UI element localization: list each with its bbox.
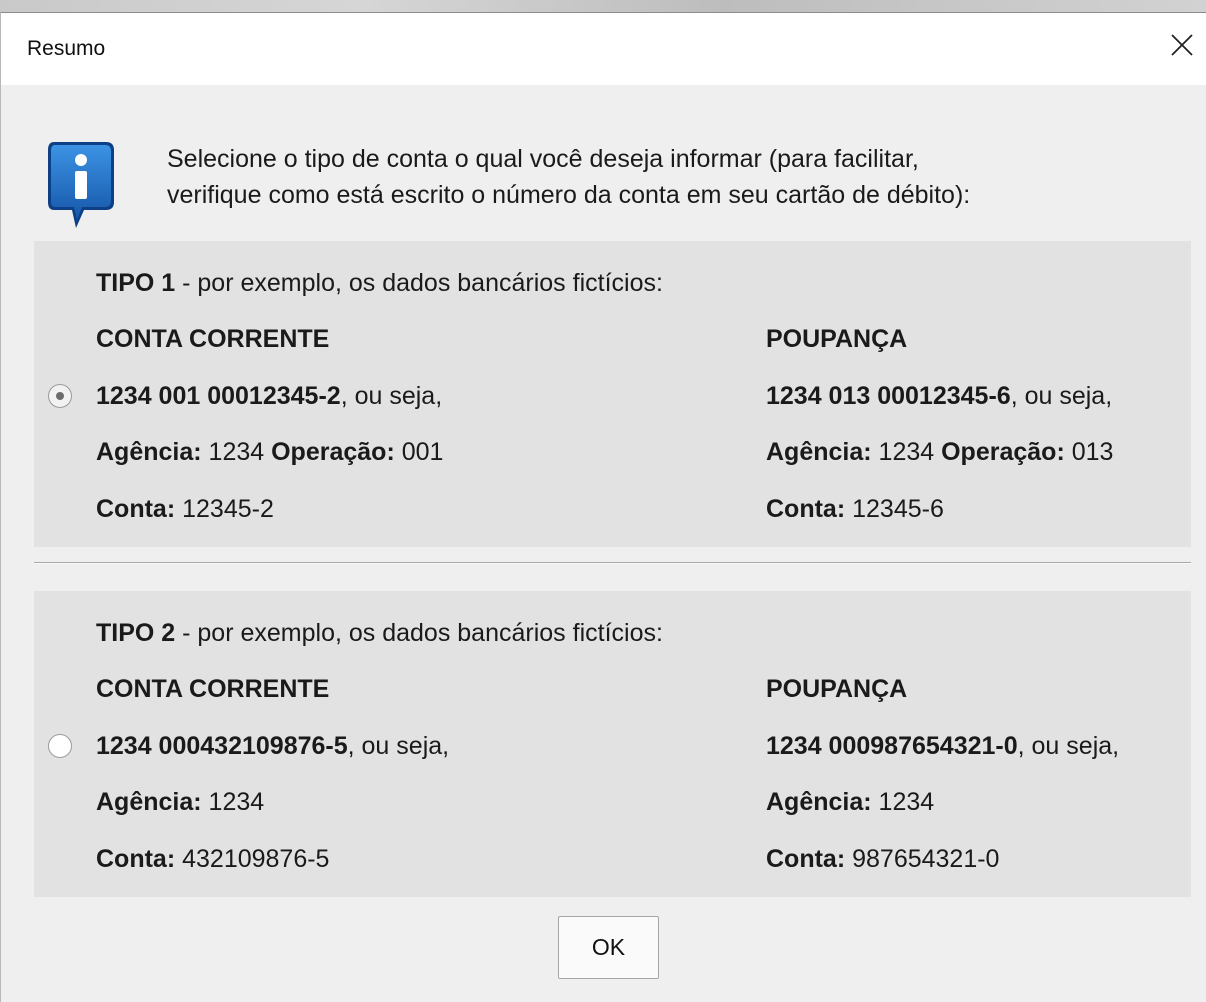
agencia-value: 1234	[201, 438, 272, 466]
agencia-value: 1234	[871, 788, 935, 816]
conta-value: 987654321-0	[845, 845, 1000, 873]
tipo2-poupanca-conta: Conta: 987654321-0	[766, 845, 999, 874]
tipo2-corrente-conta: Conta: 432109876-5	[96, 845, 329, 874]
background-window-strip	[0, 0, 1206, 12]
section-divider	[34, 562, 1191, 564]
tipo2-corrente-title: CONTA CORRENTE	[96, 675, 330, 703]
intro-text: Selecione o tipo de conta o qual você de…	[167, 141, 1177, 213]
tipo1-heading-text: - por exemplo, os dados bancários fictíc…	[175, 269, 663, 297]
tipo2-poupanca-title: POUPANÇA	[766, 675, 908, 703]
tipo2-radio[interactable]	[48, 734, 72, 758]
conta-value: 432109876-5	[175, 845, 330, 873]
info-icon	[48, 142, 114, 228]
operacao-value: 001	[394, 438, 444, 466]
conta-value: 12345-2	[175, 495, 274, 523]
tipo1-poupanca-agencia: Agência: 1234 Operação: 013	[766, 438, 1113, 467]
account-number-suffix: , ou seja,	[347, 732, 450, 760]
tipo1-heading-label: TIPO 1	[96, 269, 176, 297]
tipo1-radio[interactable]	[48, 384, 72, 408]
operacao-label: Operação:	[941, 438, 1065, 466]
agencia-value: 1234	[871, 438, 942, 466]
window-title: Resumo	[27, 37, 106, 60]
tipo2-corrente-agencia: Agência: 1234	[96, 788, 264, 817]
close-button[interactable]	[1154, 23, 1206, 69]
tipo1-poupanca-number: 1234 013 00012345-6, ou seja,	[766, 382, 1112, 411]
radio-selected-dot	[56, 392, 64, 400]
account-number: 1234 000432109876-5	[96, 732, 348, 760]
intro-line-2: verifique como está escrito o número da …	[167, 181, 971, 209]
tipo1-corrente-conta: Conta: 12345-2	[96, 495, 274, 524]
agencia-value: 1234	[201, 788, 265, 816]
account-number-suffix: , ou seja,	[340, 382, 443, 410]
tipo1-corrente-title: CONTA CORRENTE	[96, 325, 330, 353]
conta-label: Conta:	[96, 845, 176, 873]
tipo2-corrente-number: 1234 000432109876-5, ou seja,	[96, 732, 449, 761]
tipo2-heading-label: TIPO 2	[96, 619, 176, 647]
conta-label: Conta:	[96, 495, 176, 523]
account-number: 1234 000987654321-0	[766, 732, 1018, 760]
tipo2-heading-text: - por exemplo, os dados bancários fictíc…	[175, 619, 663, 647]
tipo1-panel: TIPO 1 - por exemplo, os dados bancários…	[34, 241, 1191, 547]
tipo1-heading: TIPO 1 - por exemplo, os dados bancários…	[96, 269, 663, 298]
tipo1-poupanca-title: POUPANÇA	[766, 325, 908, 353]
tipo2-panel: TIPO 2 - por exemplo, os dados bancários…	[34, 591, 1191, 897]
operacao-label: Operação:	[271, 438, 395, 466]
conta-label: Conta:	[766, 845, 846, 873]
tipo2-heading: TIPO 2 - por exemplo, os dados bancários…	[96, 619, 663, 648]
close-icon	[1171, 34, 1193, 56]
operacao-value: 013	[1064, 438, 1114, 466]
intro-line-1: Selecione o tipo de conta o qual você de…	[167, 145, 919, 173]
resumo-dialog: Resumo Selecione o tipo de conta o qual …	[0, 12, 1206, 1002]
account-number: 1234 001 00012345-2	[96, 382, 341, 410]
tipo2-poupanca-agencia: Agência: 1234	[766, 788, 934, 817]
ok-button[interactable]: OK	[558, 916, 659, 979]
account-number-suffix: , ou seja,	[1017, 732, 1120, 760]
agencia-label: Agência:	[766, 788, 872, 816]
agencia-label: Agência:	[766, 438, 872, 466]
tipo2-poupanca-number: 1234 000987654321-0, ou seja,	[766, 732, 1119, 761]
conta-label: Conta:	[766, 495, 846, 523]
tipo1-corrente-number: 1234 001 00012345-2, ou seja,	[96, 382, 442, 411]
tipo1-poupanca-conta: Conta: 12345-6	[766, 495, 944, 524]
tipo1-corrente-agencia: Agência: 1234 Operação: 001	[96, 438, 443, 467]
agencia-label: Agência:	[96, 438, 202, 466]
agencia-label: Agência:	[96, 788, 202, 816]
title-bar: Resumo	[1, 13, 1206, 85]
account-number-suffix: , ou seja,	[1010, 382, 1113, 410]
conta-value: 12345-6	[845, 495, 944, 523]
account-number: 1234 013 00012345-6	[766, 382, 1011, 410]
